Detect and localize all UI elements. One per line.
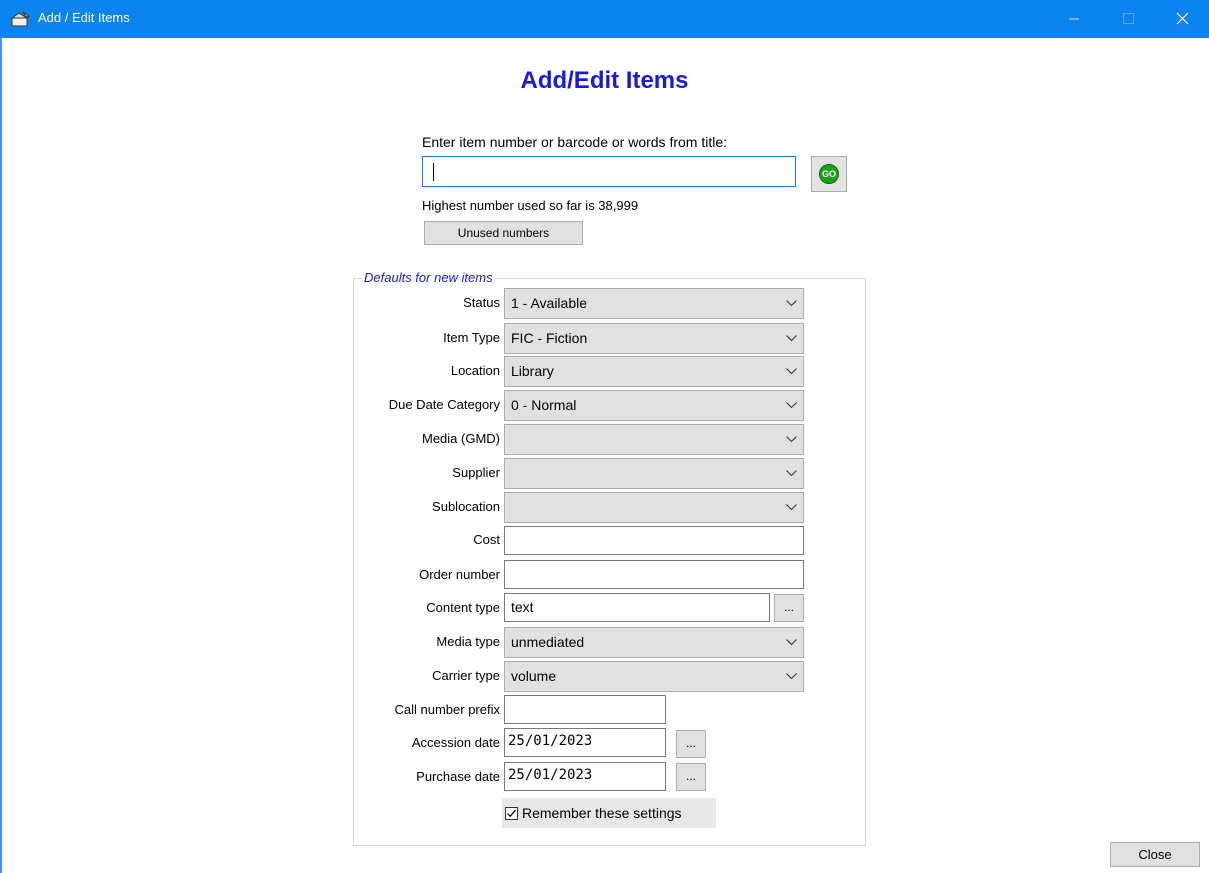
item-type-select[interactable]: FIC - Fiction bbox=[504, 323, 804, 354]
go-button[interactable]: GO bbox=[811, 156, 847, 192]
item-type-value: FIC - Fiction bbox=[511, 330, 588, 346]
content-type-label: Content type bbox=[426, 600, 500, 615]
media-type-select[interactable]: unmediated bbox=[504, 627, 804, 658]
accession-date-picker-button[interactable]: ... bbox=[676, 730, 706, 758]
check-icon bbox=[507, 809, 516, 818]
purchase-date-input[interactable]: 25/01/2023 bbox=[504, 762, 666, 791]
minimize-icon bbox=[1069, 18, 1079, 20]
cost-input[interactable] bbox=[504, 526, 804, 555]
checkbox-box bbox=[505, 807, 518, 820]
chevron-down-icon bbox=[786, 368, 797, 375]
chevron-down-icon bbox=[786, 470, 797, 477]
item-type-label: Item Type bbox=[443, 330, 500, 345]
media-gmd-label: Media (GMD) bbox=[421, 431, 500, 446]
maximize-icon bbox=[1123, 13, 1134, 24]
purchase-date-value: 25/01/2023 bbox=[508, 767, 593, 783]
accession-date-label: Accession date bbox=[411, 735, 500, 750]
unused-numbers-button[interactable]: Unused numbers bbox=[424, 221, 583, 245]
media-type-value: unmediated bbox=[511, 634, 585, 650]
chevron-down-icon bbox=[786, 402, 797, 409]
sublocation-select[interactable] bbox=[504, 492, 804, 523]
search-input[interactable] bbox=[422, 156, 796, 187]
location-value: Library bbox=[511, 363, 554, 379]
status-value: 1 - Available bbox=[511, 295, 588, 311]
due-date-category-value: 0 - Normal bbox=[511, 397, 577, 413]
remember-settings-label: Remember these settings bbox=[522, 805, 682, 821]
remember-settings-checkbox[interactable]: Remember these settings bbox=[502, 798, 716, 828]
content-type-value: text bbox=[511, 599, 534, 615]
supplier-select[interactable] bbox=[504, 458, 804, 489]
status-label: Status bbox=[463, 295, 500, 310]
content-type-input[interactable]: text bbox=[504, 593, 770, 622]
location-select[interactable]: Library bbox=[504, 356, 804, 387]
call-number-prefix-label: Call number prefix bbox=[394, 702, 501, 717]
due-date-category-select[interactable]: 0 - Normal bbox=[504, 390, 804, 421]
call-number-prefix-input[interactable] bbox=[504, 695, 666, 724]
media-gmd-select[interactable] bbox=[504, 424, 804, 455]
status-select[interactable]: 1 - Available bbox=[504, 288, 804, 319]
supplier-label: Supplier bbox=[452, 465, 500, 480]
due-date-category-label: Due Date Category bbox=[388, 397, 500, 412]
maximize-button[interactable] bbox=[1106, 0, 1152, 38]
accession-date-value: 25/01/2023 bbox=[508, 733, 593, 749]
search-prompt: Enter item number or barcode or words fr… bbox=[422, 134, 728, 150]
close-button[interactable]: Close bbox=[1110, 842, 1200, 867]
defaults-group-legend: Defaults for new items bbox=[362, 270, 495, 285]
carrier-type-select[interactable]: volume bbox=[504, 661, 804, 692]
chevron-down-icon bbox=[786, 504, 797, 511]
content-type-browse-button[interactable]: ... bbox=[774, 594, 804, 622]
carrier-type-label: Carrier type bbox=[432, 668, 500, 683]
cost-label: Cost bbox=[473, 532, 500, 547]
chevron-down-icon bbox=[786, 639, 797, 646]
page-title: Add/Edit Items bbox=[520, 67, 689, 94]
purchase-date-picker-button[interactable]: ... bbox=[676, 763, 706, 791]
order-number-input[interactable] bbox=[504, 560, 804, 589]
text-caret bbox=[433, 163, 434, 181]
window-border bbox=[0, 38, 2, 873]
chevron-down-icon bbox=[786, 673, 797, 680]
chevron-down-icon bbox=[786, 436, 797, 443]
chevron-down-icon bbox=[786, 335, 797, 342]
accession-date-input[interactable]: 25/01/2023 bbox=[504, 728, 666, 757]
title-bar: Add / Edit Items bbox=[0, 0, 1209, 38]
order-number-label: Order number bbox=[419, 567, 500, 582]
carrier-type-value: volume bbox=[511, 668, 557, 684]
minimize-button[interactable] bbox=[1052, 0, 1098, 38]
location-label: Location bbox=[450, 363, 500, 378]
go-icon: GO bbox=[819, 164, 839, 184]
window-title: Add / Edit Items bbox=[38, 10, 130, 25]
chevron-down-icon bbox=[786, 300, 797, 307]
close-icon bbox=[1176, 12, 1189, 25]
sublocation-label: Sublocation bbox=[432, 499, 500, 514]
purchase-date-label: Purchase date bbox=[416, 769, 500, 784]
media-type-label: Media type bbox=[436, 634, 500, 649]
close-window-button[interactable] bbox=[1160, 0, 1206, 38]
highest-number-text: Highest number used so far is 38,999 bbox=[422, 198, 639, 213]
app-icon bbox=[11, 11, 30, 27]
